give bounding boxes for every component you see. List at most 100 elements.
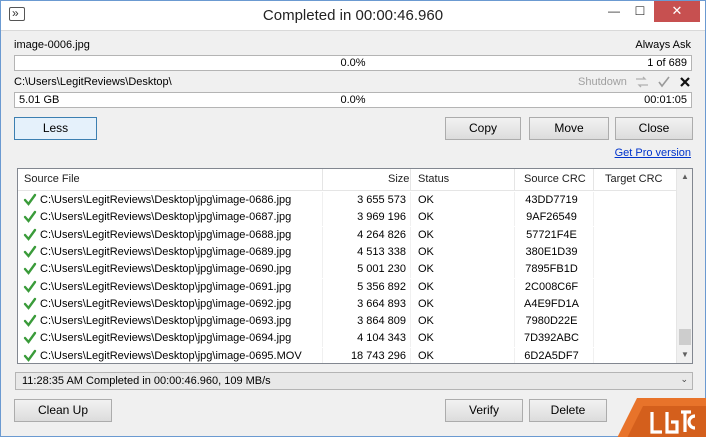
cell-source-crc: 7895FB1D: [525, 263, 578, 276]
row-cell-divider: [514, 330, 515, 348]
cell-status: OK: [418, 263, 434, 276]
cell-size: 18 743 296: [350, 349, 406, 362]
cell-source-crc: 43DD7719: [525, 194, 578, 206]
table-row[interactable]: C:\Users\LegitReviews\Desktop\jpg\image-…: [18, 209, 676, 227]
file-list[interactable]: Source File Size Status Source CRC Targe…: [17, 168, 693, 364]
destination-path: C:\Users\LegitReviews\Desktop\: [14, 76, 172, 88]
table-row[interactable]: C:\Users\LegitReviews\Desktop\jpg\image-…: [18, 243, 676, 261]
cell-size: 3 864 809: [357, 315, 406, 328]
table-row[interactable]: C:\Users\LegitReviews\Desktop\jpg\image-…: [18, 295, 676, 313]
minimize-button[interactable]: —: [601, 1, 627, 22]
row-cell-divider: [514, 261, 515, 279]
row-cell-divider: [410, 278, 411, 296]
cell-status: OK: [418, 297, 434, 310]
row-cell-divider: [410, 192, 411, 209]
cell-source-crc: 9AF26549: [526, 211, 577, 224]
column-divider[interactable]: [410, 169, 411, 191]
window-title: Completed in 00:00:46.960: [262, 7, 444, 24]
check-icon: [23, 228, 37, 241]
cell-source-crc: 7980D22E: [525, 315, 578, 328]
cell-source-file: C:\Users\LegitReviews\Desktop\jpg\image-…: [40, 263, 292, 276]
column-source-crc[interactable]: Source CRC: [524, 173, 586, 185]
cancel-icon[interactable]: [679, 76, 691, 88]
verify-button[interactable]: Verify: [445, 399, 523, 422]
row-cell-divider: [322, 313, 323, 331]
cell-size: 3 664 893: [357, 297, 406, 310]
check-icon: [23, 332, 37, 345]
row-cell-divider: [514, 347, 515, 363]
cell-source-crc: 2C008C6F: [524, 280, 579, 293]
row-cell-divider: [322, 330, 323, 348]
row-cell-divider: [514, 209, 515, 227]
get-pro-link[interactable]: Get Pro version: [615, 147, 691, 159]
cell-source-crc: 6D2A5DF7: [524, 349, 579, 362]
cell-source-crc: 7D392ABC: [523, 332, 580, 345]
cell-size: 5 001 230: [357, 263, 406, 276]
row-cell-divider: [593, 347, 594, 363]
row-cell-divider: [410, 226, 411, 244]
table-row[interactable]: C:\Users\LegitReviews\Desktop\jpg\image-…: [18, 226, 676, 244]
row-cell-divider: [410, 313, 411, 331]
cell-size: 3 655 573: [357, 194, 406, 206]
row-cell-divider: [410, 295, 411, 313]
row-cell-divider: [593, 278, 594, 296]
column-source-file[interactable]: Source File: [24, 173, 80, 185]
table-row[interactable]: C:\Users\LegitReviews\Desktop\jpg\image-…: [18, 330, 676, 348]
table-row[interactable]: C:\Users\LegitReviews\Desktop\jpg\image-…: [18, 261, 676, 279]
check-icon: [23, 193, 37, 206]
cell-source-file: C:\Users\LegitReviews\Desktop\jpg\image-…: [40, 245, 292, 258]
column-status[interactable]: Status: [418, 173, 449, 185]
copy-button[interactable]: Copy: [445, 117, 521, 140]
status-line[interactable]: 11:28:35 AM Completed in 00:00:46.960, 1…: [15, 372, 693, 390]
clean-up-button[interactable]: Clean Up: [14, 399, 112, 422]
cell-status: OK: [418, 245, 434, 258]
window-close-button[interactable]: ✕: [654, 1, 700, 22]
delete-button[interactable]: Delete: [529, 399, 607, 422]
column-target-crc[interactable]: Target CRC: [605, 173, 662, 185]
table-row[interactable]: C:\Users\LegitReviews\Desktop\jpg\image-…: [18, 192, 676, 209]
check-icon: [23, 297, 37, 310]
column-divider[interactable]: [322, 169, 323, 191]
cell-source-file: C:\Users\LegitReviews\Desktop\jpg\image-…: [40, 332, 292, 345]
shutdown-option[interactable]: Shutdown: [578, 76, 627, 88]
scroll-thumb[interactable]: [679, 329, 691, 345]
total-progress-bar: 5.01 GB 0.0% 00:01:05: [14, 92, 692, 108]
check-icon: [23, 211, 37, 224]
check-icon: [23, 262, 37, 276]
table-row[interactable]: C:\Users\LegitReviews\Desktop\jpg\image-…: [18, 347, 676, 363]
row-cell-divider: [514, 278, 515, 296]
table-row[interactable]: C:\Users\LegitReviews\Desktop\jpg\image-…: [18, 278, 676, 296]
cell-status: OK: [418, 280, 434, 293]
row-cell-divider: [322, 347, 323, 363]
scroll-down-icon[interactable]: ▼: [677, 347, 692, 363]
row-cell-divider: [322, 295, 323, 313]
file-progress-percent: 0.0%: [340, 57, 366, 69]
row-cell-divider: [322, 243, 323, 261]
cell-status: OK: [418, 332, 434, 345]
cell-source-file: C:\Users\LegitReviews\Desktop\jpg\image-…: [40, 211, 292, 224]
cell-source-file: C:\Users\LegitReviews\Desktop\jpg\image-…: [40, 349, 302, 362]
column-size[interactable]: Size: [388, 173, 409, 185]
column-divider[interactable]: [593, 169, 594, 191]
row-cell-divider: [410, 261, 411, 279]
app-window: Completed in 00:00:46.960 — ☐ ✕ image-00…: [0, 0, 706, 437]
check-icon[interactable]: [657, 75, 671, 89]
overwrite-mode[interactable]: Always Ask: [635, 39, 691, 51]
scroll-up-icon[interactable]: ▲: [677, 169, 692, 185]
table-row[interactable]: C:\Users\LegitReviews\Desktop\jpg\image-…: [18, 313, 676, 331]
maximize-button[interactable]: ☐: [627, 1, 653, 22]
row-cell-divider: [514, 192, 515, 209]
cell-status: OK: [418, 211, 434, 224]
move-button[interactable]: Move: [529, 117, 609, 140]
list-scrollbar[interactable]: ▲ ▼: [676, 169, 692, 363]
column-divider[interactable]: [514, 169, 515, 191]
close-button[interactable]: Close: [615, 117, 693, 140]
pause-icon[interactable]: [634, 75, 650, 89]
less-button[interactable]: Less: [14, 117, 97, 140]
row-cell-divider: [593, 226, 594, 244]
cell-size: 4 513 338: [357, 245, 406, 258]
list-header: Source File Size Status Source CRC Targe…: [18, 169, 676, 191]
cell-size: 4 104 343: [357, 332, 406, 345]
cell-source-crc: 380E1D39: [525, 245, 578, 258]
elapsed-time: 00:01:05: [644, 94, 687, 106]
